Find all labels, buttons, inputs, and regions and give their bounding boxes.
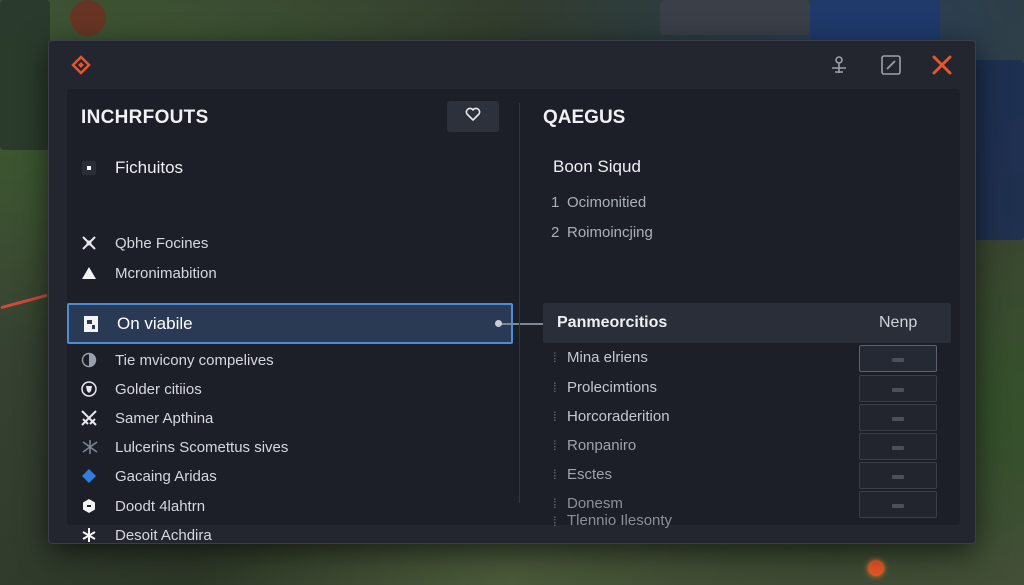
detail-row: ⁞ Prolecimtions [553,375,953,402]
value-slot[interactable] [859,375,937,402]
tick-icon: ⁞ [553,409,557,424]
list-item[interactable]: Doodt 4lahtrn [81,494,205,518]
right-panel-title: QAEGUS [543,107,626,128]
background-scene-pointer [0,293,48,310]
row-label: Prolecimtions [567,379,658,396]
list-item-label: Doodt 4lahtrn [115,497,206,515]
item-number: 2 [551,224,560,241]
background-scene-torch [868,560,884,576]
crossed-tools-icon [81,234,103,252]
blue-diamond-icon [81,467,103,485]
section-header: Panmeorcitios Nenp [543,303,951,343]
card-icon [83,315,105,333]
list-item[interactable]: Qbhe Focines [81,231,208,255]
crossed-swords-icon [81,409,103,427]
value-slot[interactable] [859,462,937,489]
game-dialog-window: INCHRFOUTS Fichuitos Qbhe Focines Mcroni… [48,40,976,544]
list-item-label: On viabile [117,313,193,333]
detail-row: ⁞ Mina elriens [553,345,953,372]
pin-icon[interactable] [827,53,851,77]
dialog-content: INCHRFOUTS Fichuitos Qbhe Focines Mcroni… [67,89,960,544]
tick-icon: ⁞ [553,438,557,453]
tick-icon: ⁞ [553,514,557,529]
left-panel-title: INCHRFOUTS [81,107,209,128]
dialog-titlebar [49,41,975,89]
list-item-label: Desoit Achdira [115,526,212,544]
detail-row: ⁞ Ronpaniro [553,433,953,460]
row-label: Tlennio Ilesonty [567,512,673,529]
hexagon-icon [81,497,103,515]
heart-icon [465,107,481,126]
connector-dot-icon [495,320,502,327]
detail-row: ⁞ Horcoraderition [553,404,953,431]
section-title: Panmeorcitios [557,314,668,331]
item-number: 1 [551,194,560,211]
section-column-label: Nenp [879,314,918,331]
item-label: Ocimonitied [567,194,647,211]
background-scene-building [660,0,810,35]
row-label: Horcoraderition [567,408,670,425]
numbered-item[interactable]: 2 Roimoincjing [551,224,653,241]
list-item[interactable]: Gacaing Aridas [81,464,217,488]
list-item[interactable]: Tie mvicony compelives [81,348,274,372]
list-item[interactable]: Fichuitos [81,156,183,180]
list-item[interactable]: Samer Apthina [81,406,213,430]
list-item-label: Tie mvicony compelives [115,351,274,369]
list-item[interactable]: Desoit Achdira [81,523,212,547]
list-item-label: Lulcerins Scomettus sives [115,438,289,456]
detail-heading: Boon Siqud [553,157,641,176]
list-item-label: Qbhe Focines [115,234,209,252]
value-slot[interactable] [859,433,937,460]
diamond-logo-icon [71,55,91,75]
star-cross-icon [81,526,103,544]
tick-icon: ⁞ [553,350,557,365]
value-slot[interactable] [859,345,937,372]
shield-icon [81,380,103,398]
numbered-item[interactable]: 1 Ocimonitied [551,194,646,211]
background-scene-building [810,0,940,40]
row-label: Donesm [567,495,623,512]
list-item[interactable]: Lulcerins Scomettus sives [81,435,288,459]
half-circle-icon [81,351,103,369]
list-item-selected[interactable]: On viabile [67,303,513,344]
row-label: Ronpaniro [567,437,637,454]
item-label: Roimoincjing [567,224,653,241]
favorite-button[interactable] [447,101,499,132]
list-item-label: Samer Apthina [115,409,214,427]
tick-icon: ⁞ [553,467,557,482]
tick-icon: ⁞ [553,380,557,395]
detail-row: ⁞ Esctes [553,462,953,489]
close-icon[interactable] [930,53,954,77]
value-slot[interactable] [859,491,937,518]
row-label: Mina elriens [567,349,648,366]
list-item-label: Fichuitos [115,158,184,177]
panel-divider [519,103,520,503]
spark-icon [81,438,103,456]
value-slot[interactable] [859,404,937,431]
list-item-label: Golder citiios [115,380,202,398]
square-dot-icon [81,159,103,177]
list-item[interactable]: Golder citiios [81,377,202,401]
row-label: Esctes [567,466,613,483]
list-item[interactable]: Mcronimabition [81,261,217,285]
list-item-label: Mcronimabition [115,264,217,282]
edit-icon[interactable] [879,53,903,77]
list-item-label: Gacaing Aridas [115,467,217,485]
triangle-icon [81,264,103,282]
background-scene-wall [0,0,50,150]
tick-icon: ⁞ [553,496,557,511]
background-scene-object [70,0,106,36]
